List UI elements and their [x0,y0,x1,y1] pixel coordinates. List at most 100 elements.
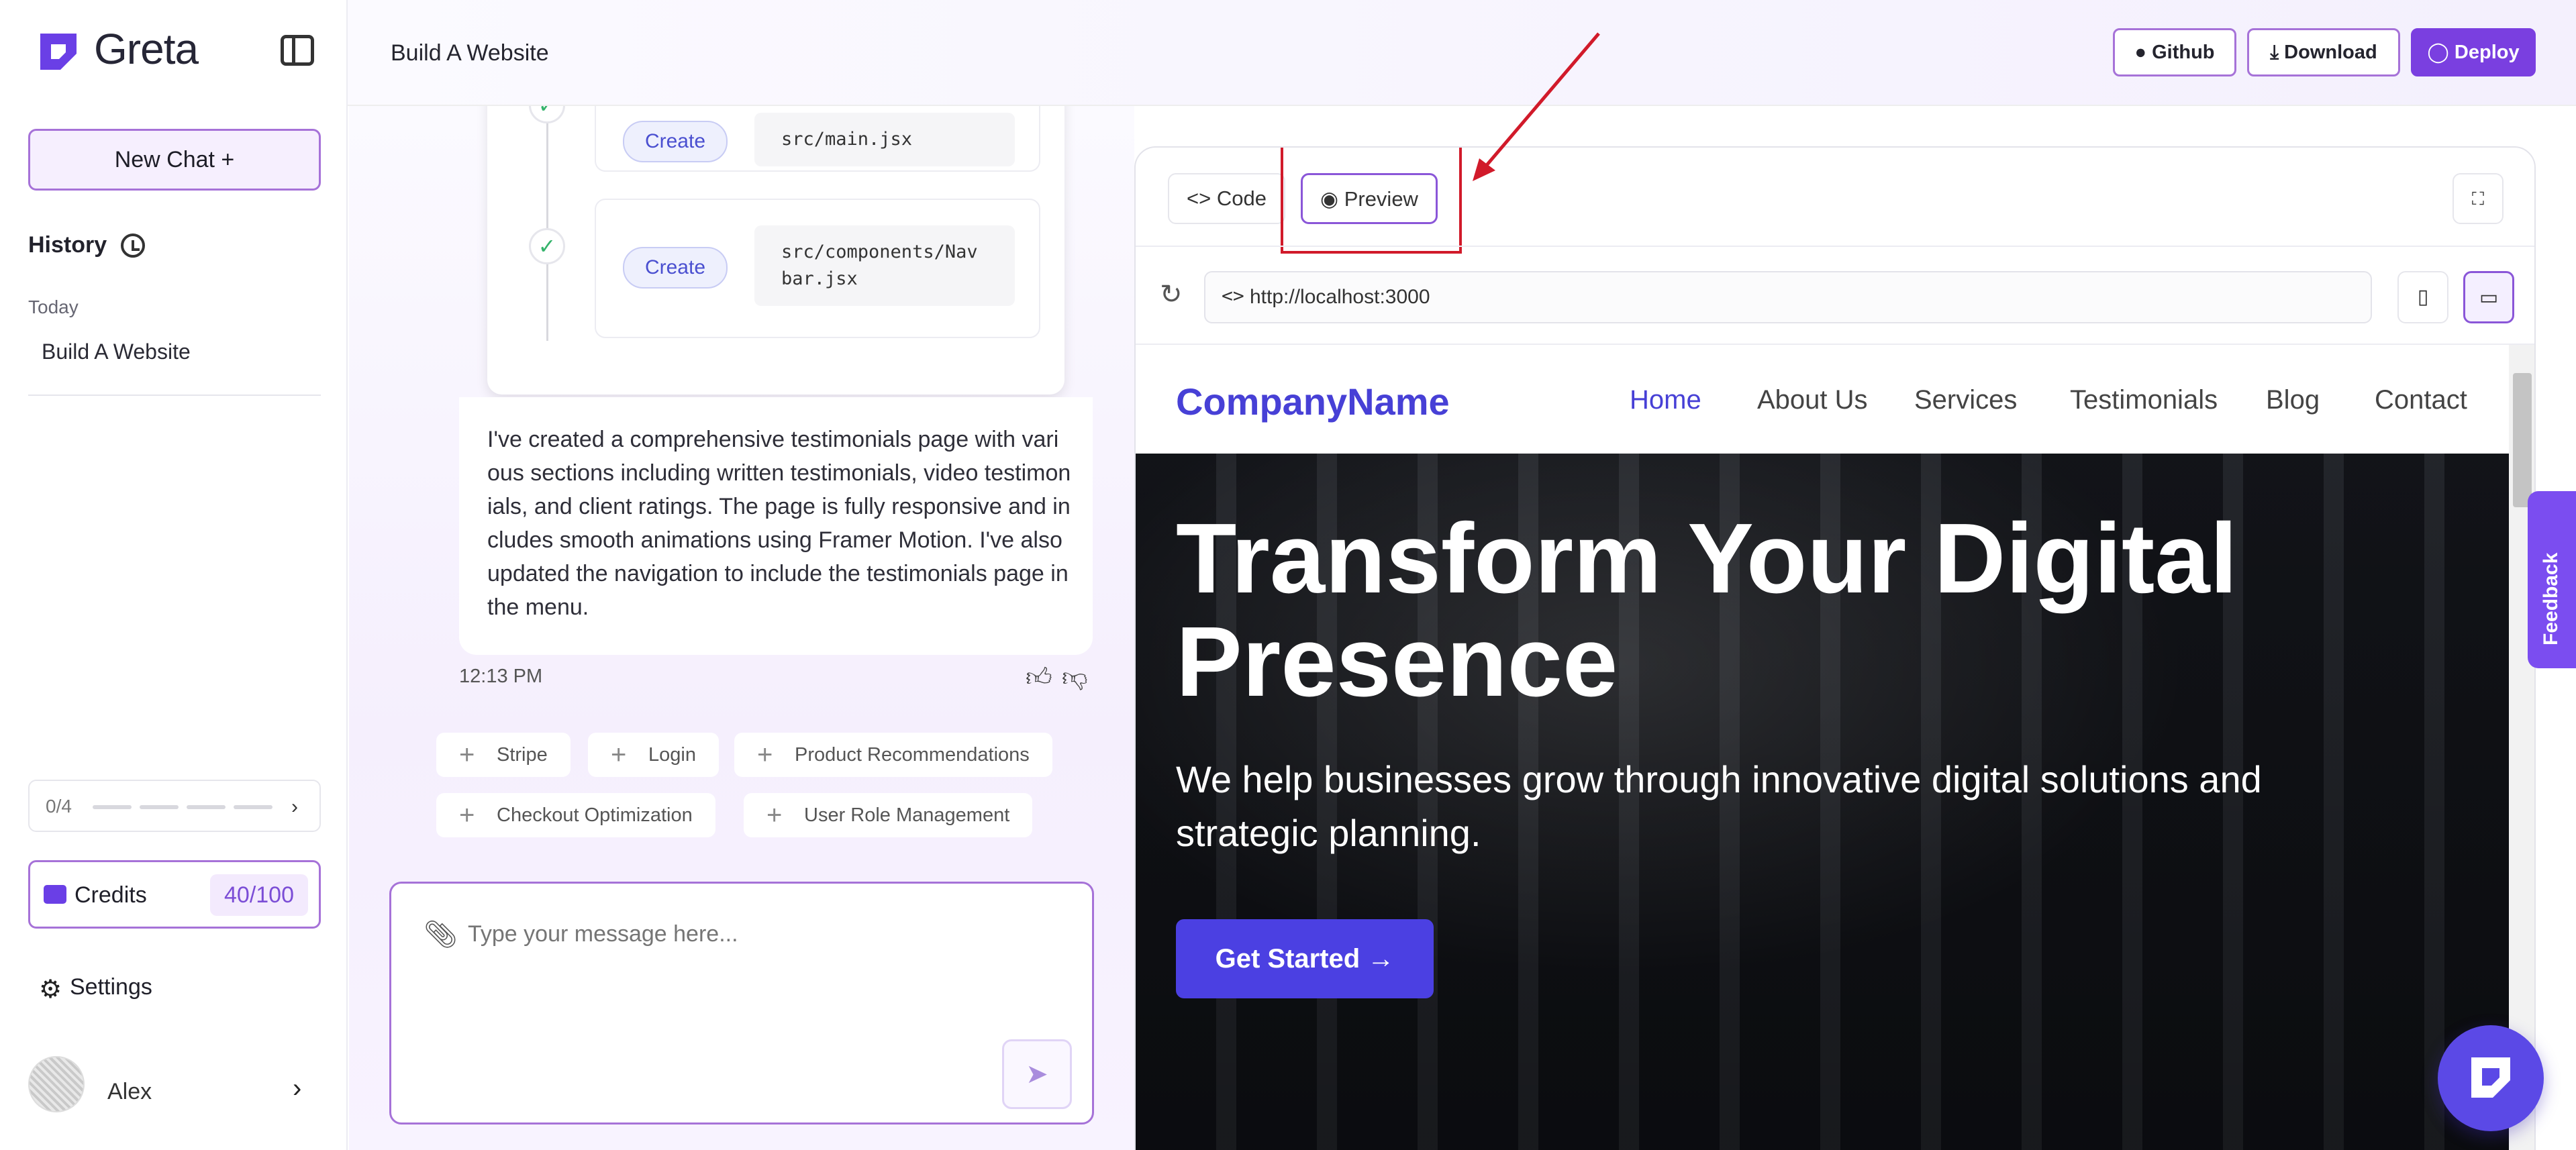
greta-logo-icon [40,34,77,70]
avatar[interactable] [28,1056,85,1112]
history-icon[interactable] [121,233,145,258]
plus-icon: + [459,800,475,830]
suggestion-chip[interactable]: + Checkout Optimization [436,793,715,837]
site-nav-contact[interactable]: Contact [2375,385,2467,415]
scrollbar-thumb[interactable] [2513,373,2532,507]
plus-icon: + [459,740,475,770]
arrow-right-icon: → [1367,944,1395,974]
message-timestamp: 12:13 PM [459,666,543,687]
create-badge: Create [623,247,728,289]
assistant-message-text: I've created a comprehensive testimonial… [487,427,1071,620]
annotation-highlight-box [1281,148,1462,254]
tab-code[interactable]: <> Code [1168,173,1285,224]
check-icon: ✓ [529,106,565,123]
thumbs-down-icon[interactable]: 👎︎ [1062,663,1088,693]
chat-area: ✓ Create src/main.jsx ✓ Create src/compo… [349,106,1134,1150]
code-icon: <> [1222,284,1244,307]
suggestion-chip[interactable]: + Login [588,733,719,777]
new-chat-button[interactable]: New Chat + [28,129,321,191]
plus-icon: + [766,800,783,830]
plus-icon: + [611,740,627,770]
progress-segment [234,805,273,809]
suggestion-label: Stripe [497,744,548,766]
github-button[interactable]: ● Github [2113,28,2236,76]
github-label: Github [2152,42,2215,63]
suggestion-label: User Role Management [804,804,1010,826]
site-nav-services[interactable]: Services [1914,385,2017,415]
credits-label: Credits [75,882,147,908]
history-heading: History [28,232,107,258]
gear-icon[interactable]: ⚙ [39,974,62,1004]
panel-divider [1136,246,2534,247]
url-bar[interactable]: <> http://localhost:3000 [1204,271,2372,323]
url-text: http://localhost:3000 [1250,286,1430,308]
app-logo-text: Greta [94,25,199,73]
progress-count: 0/4 [46,796,72,817]
site-logo[interactable]: CompanyName [1176,380,1450,423]
history-group-today: Today [28,297,79,317]
github-icon: ● [2134,42,2147,63]
feedback-tab[interactable]: Feedback [2528,491,2576,668]
project-title: Build A Website [391,40,549,66]
suggestion-label: Product Recommendations [795,744,1030,766]
chat-widget-button[interactable] [2438,1025,2544,1131]
suggestion-chip[interactable]: + User Role Management [744,793,1033,837]
annotation-arrow [1473,32,1600,181]
get-started-button[interactable]: Get Started → [1176,919,1434,998]
download-icon: ⤓ [2270,42,2279,63]
fullscreen-icon[interactable]: ⛶ [2453,173,2504,224]
mobile-view-icon[interactable]: ▯ [2397,271,2448,323]
credits-value: 40/100 [210,874,308,916]
download-label: Download [2284,42,2377,63]
file-step: Create src/main.jsx [595,106,1040,172]
check-icon: ✓ [529,228,565,264]
deploy-button[interactable]: ◯ Deploy [2411,28,2536,76]
get-started-label: Get Started [1215,944,1360,974]
progress-segment [187,805,226,809]
hero-title: Transform Your Digital Presence [1176,503,2238,717]
site-hero: Transform Your Digital Presence We help … [1136,454,2509,1150]
plus-icon: + [757,740,773,770]
message-composer: 📎︎ ➤ [389,882,1094,1125]
globe-icon: ◯ [2427,42,2449,63]
file-path: src/components/Navbar.jsx [754,225,1015,306]
create-badge: Create [623,121,728,162]
progress-tracker[interactable]: 0/4 › [28,780,321,832]
tab-code-label: Code [1216,187,1267,210]
top-header: Build A Website ● Github ⤓ Download ◯ De… [348,0,2576,106]
credits-panel[interactable]: Credits 40/100 [28,860,321,929]
site-nav-about[interactable]: About Us [1757,385,1868,415]
paperclip-icon[interactable]: 📎︎ [424,919,458,950]
site-nav-testimonials[interactable]: Testimonials [2070,385,2218,415]
desktop-view-icon[interactable]: ▭ [2463,271,2514,323]
suggestion-label: Login [648,744,696,766]
preview-panel: <> Code ◉ Preview ⛶ ↻ <> http://localhos… [1134,146,2536,1150]
message-input[interactable] [468,921,938,947]
site-nav-blog[interactable]: Blog [2266,385,2320,415]
send-icon: ➤ [1026,1059,1048,1089]
greta-logo-icon [2471,1057,2510,1098]
progress-segment [140,805,179,809]
suggestion-chip[interactable]: + Product Recommendations [734,733,1052,777]
sidebar-divider [28,395,321,396]
download-button[interactable]: ⤓ Download [2247,28,2400,76]
settings-link[interactable]: Settings [70,974,152,1000]
site-navbar: CompanyName Home About Us Services Testi… [1136,345,2509,454]
chevron-right-icon[interactable]: › [293,1074,301,1104]
deploy-label: Deploy [2454,42,2520,63]
file-steps-card: ✓ Create src/main.jsx ✓ Create src/compo… [487,106,1064,395]
ticket-icon [44,885,66,904]
site-nav-home[interactable]: Home [1630,385,1701,415]
history-item[interactable]: Build A Website [42,339,191,364]
suggestion-chip[interactable]: + Stripe [436,733,571,777]
file-path: src/main.jsx [754,113,1015,166]
hero-subtitle: We help businesses grow through innovati… [1176,758,2262,854]
chevron-right-icon[interactable]: › [291,796,298,819]
send-button[interactable]: ➤ [1002,1039,1072,1109]
thumbs-up-icon[interactable]: 👍︎ [1026,663,1052,693]
sidebar: Greta New Chat + History Today Build A W… [0,0,348,1150]
sidebar-toggle-icon[interactable] [281,35,314,66]
user-name[interactable]: Alex [107,1079,152,1105]
code-icon: <> [1187,187,1211,210]
refresh-icon[interactable]: ↻ [1160,279,1183,310]
